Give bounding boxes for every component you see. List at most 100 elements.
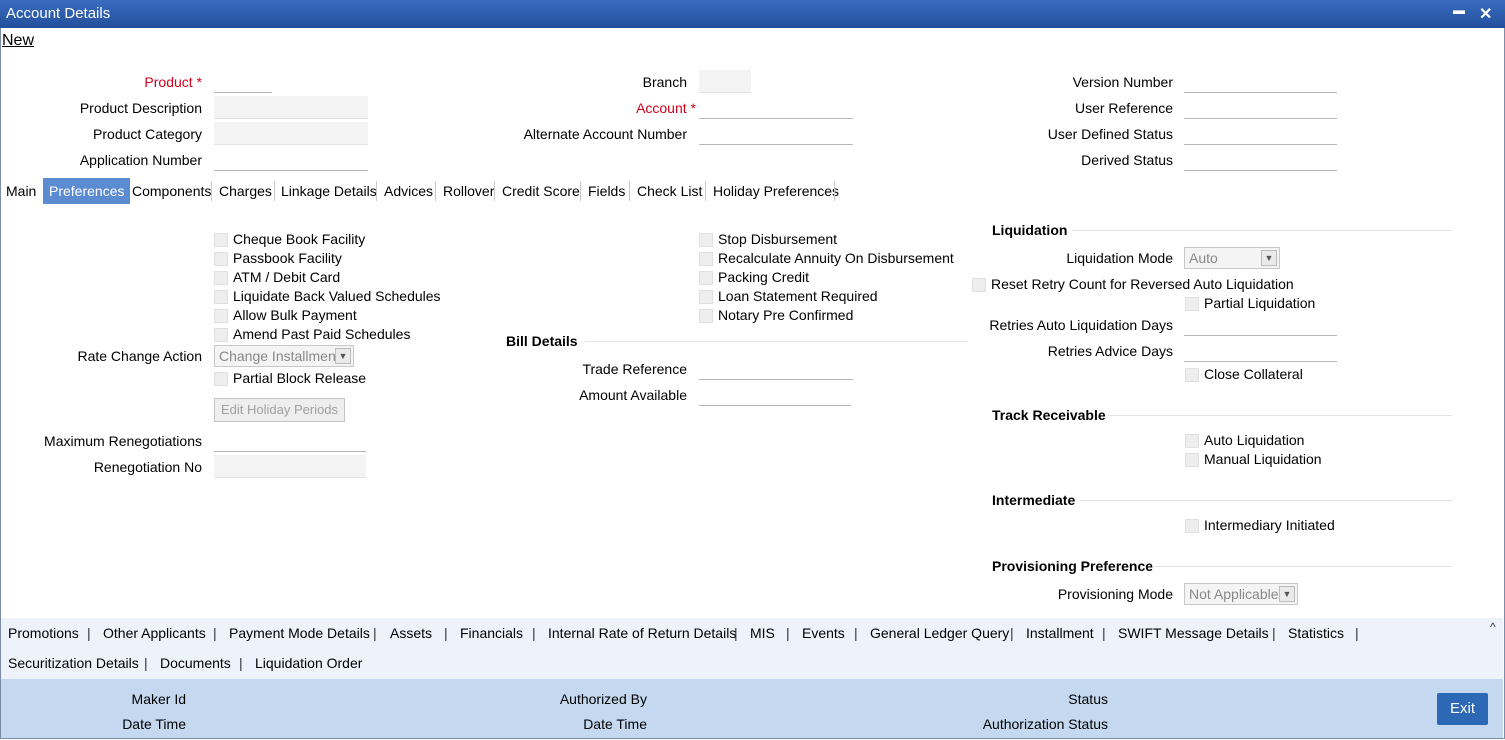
link-separator: | [373, 625, 377, 641]
amount-available-field[interactable] [699, 383, 851, 406]
required-mark: * [196, 74, 202, 90]
link-separator: | [1355, 625, 1359, 641]
link-other-applicants[interactable]: Other Applicants [103, 625, 206, 641]
chevron-down-icon[interactable]: ▼ [335, 348, 351, 364]
link-securitization-details[interactable]: Securitization Details [8, 655, 139, 671]
account-input[interactable] [699, 96, 853, 119]
liquidate-back-valued-checkbox[interactable] [214, 290, 228, 304]
tab-advices[interactable]: Advices [378, 178, 439, 204]
tab-preferences[interactable]: Preferences [43, 178, 131, 204]
product-input[interactable] [214, 70, 272, 93]
tab-components[interactable]: Components [126, 178, 217, 204]
link-financials[interactable]: Financials [460, 625, 523, 641]
intermediate-title: Intermediate [992, 492, 1076, 508]
partial-liquidation-label: Partial Liquidation [1204, 295, 1316, 311]
edit-holiday-periods-button[interactable]: Edit Holiday Periods [214, 398, 345, 422]
link-separator: | [213, 625, 217, 641]
link-liquidation-order[interactable]: Liquidation Order [255, 655, 362, 671]
amend-past-paid-checkbox[interactable] [214, 328, 228, 342]
application-number-input[interactable] [214, 148, 368, 171]
amend-past-paid-label: Amend Past Paid Schedules [233, 326, 411, 342]
version-number-field[interactable] [1184, 70, 1337, 93]
packing-credit-checkbox[interactable] [699, 271, 713, 285]
authorized-by-label: Authorized By [559, 691, 647, 707]
checker-date-time-label: Date Time [583, 716, 647, 732]
status-label: Status [1068, 691, 1108, 707]
loan-statement-label: Loan Statement Required [718, 288, 878, 304]
tab-fields[interactable]: Fields [582, 178, 631, 204]
link-separator: | [144, 655, 148, 671]
exit-button[interactable]: Exit [1437, 693, 1488, 725]
retries-auto-liquidation-input[interactable] [1184, 313, 1337, 336]
chevron-down-icon[interactable]: ▼ [1279, 586, 1295, 602]
liquidation-divider [1072, 230, 1452, 231]
link-assets[interactable]: Assets [390, 625, 432, 641]
link-payment-mode-details[interactable]: Payment Mode Details [229, 625, 370, 641]
link-installment[interactable]: Installment [1026, 625, 1094, 641]
tab-separator [376, 181, 377, 201]
tab-credit-score[interactable]: Credit Score [496, 178, 586, 204]
loan-statement-checkbox[interactable] [699, 290, 713, 304]
link-statistics[interactable]: Statistics [1288, 625, 1344, 641]
link-separator: | [532, 625, 536, 641]
tab-holiday-preferences[interactable]: Holiday Preferences [707, 178, 845, 204]
maker-date-time-label: Date Time [122, 716, 186, 732]
partial-liquidation-checkbox[interactable] [1185, 297, 1199, 311]
tab-linkage-details[interactable]: Linkage Details [275, 178, 383, 204]
link-documents[interactable]: Documents [160, 655, 231, 671]
derived-status-label: Derived Status [1081, 152, 1173, 168]
amount-available-label: Amount Available [579, 387, 687, 403]
link-events[interactable]: Events [802, 625, 845, 641]
user-reference-label: User Reference [1074, 100, 1173, 116]
link-mis[interactable]: MIS [750, 625, 775, 641]
version-number-label: Version Number [1072, 74, 1173, 90]
user-reference-field[interactable] [1184, 96, 1337, 119]
reset-retry-checkbox[interactable] [972, 278, 986, 292]
retries-advice-days-input[interactable] [1184, 339, 1337, 362]
rate-change-action-select[interactable]: Change Installment ▼ [214, 345, 354, 367]
alternate-account-input[interactable] [699, 122, 853, 145]
liquidate-back-valued-label: Liquidate Back Valued Schedules [233, 288, 441, 304]
notary-pre-confirmed-checkbox[interactable] [699, 309, 713, 323]
link-promotions[interactable]: Promotions [8, 625, 79, 641]
trade-reference-input[interactable] [699, 357, 853, 380]
allow-bulk-payment-checkbox[interactable] [214, 309, 228, 323]
link-internal-rate-of-return[interactable]: Internal Rate of Return Details [548, 625, 736, 641]
recalculate-annuity-checkbox[interactable] [699, 252, 713, 266]
track-receivable-title: Track Receivable [992, 407, 1106, 423]
max-renegotiations-input[interactable] [214, 429, 366, 452]
passbook-checkbox[interactable] [214, 252, 228, 266]
title-bar: Account Details ▬ ✕ [0, 0, 1505, 28]
provisioning-divider [1152, 566, 1452, 567]
liquidation-mode-select[interactable]: Auto ▼ [1184, 247, 1280, 269]
tab-separator [211, 181, 212, 201]
manual-liquidation-checkbox[interactable] [1185, 453, 1199, 467]
provisioning-mode-select[interactable]: Not Applicable ▼ [1184, 583, 1298, 605]
close-icon[interactable]: ✕ [1479, 4, 1492, 24]
close-collateral-checkbox[interactable] [1185, 368, 1199, 382]
tab-charges[interactable]: Charges [213, 178, 278, 204]
trade-reference-label: Trade Reference [582, 361, 687, 377]
auto-liquidation-checkbox[interactable] [1185, 434, 1199, 448]
stop-disbursement-label: Stop Disbursement [718, 231, 838, 247]
chevron-down-icon[interactable]: ▼ [1261, 250, 1277, 266]
collapse-icon[interactable]: ^ [1490, 620, 1496, 634]
tab-rollover[interactable]: Rollover [437, 178, 500, 204]
partial-block-release-checkbox[interactable] [214, 372, 228, 386]
stop-disbursement-checkbox[interactable] [699, 233, 713, 247]
maker-id-label: Maker Id [131, 691, 186, 707]
atm-debit-card-checkbox[interactable] [214, 271, 228, 285]
cheque-book-checkbox[interactable] [214, 233, 228, 247]
link-general-ledger-query[interactable]: General Ledger Query [870, 625, 1009, 641]
authorization-status-label: Authorization Status [982, 716, 1108, 732]
tab-check-list[interactable]: Check List [631, 178, 708, 204]
user-defined-status-field[interactable] [1184, 122, 1337, 145]
product-label-text: Product [144, 74, 193, 90]
intermediary-initiated-checkbox[interactable] [1185, 519, 1199, 533]
link-swift-message-details[interactable]: SWIFT Message Details [1118, 625, 1269, 641]
minimize-icon[interactable]: ▬ [1453, 3, 1465, 17]
derived-status-field[interactable] [1184, 148, 1337, 171]
passbook-label: Passbook Facility [233, 250, 342, 266]
new-link[interactable]: New [2, 32, 34, 50]
tab-main[interactable]: Main [0, 178, 42, 204]
